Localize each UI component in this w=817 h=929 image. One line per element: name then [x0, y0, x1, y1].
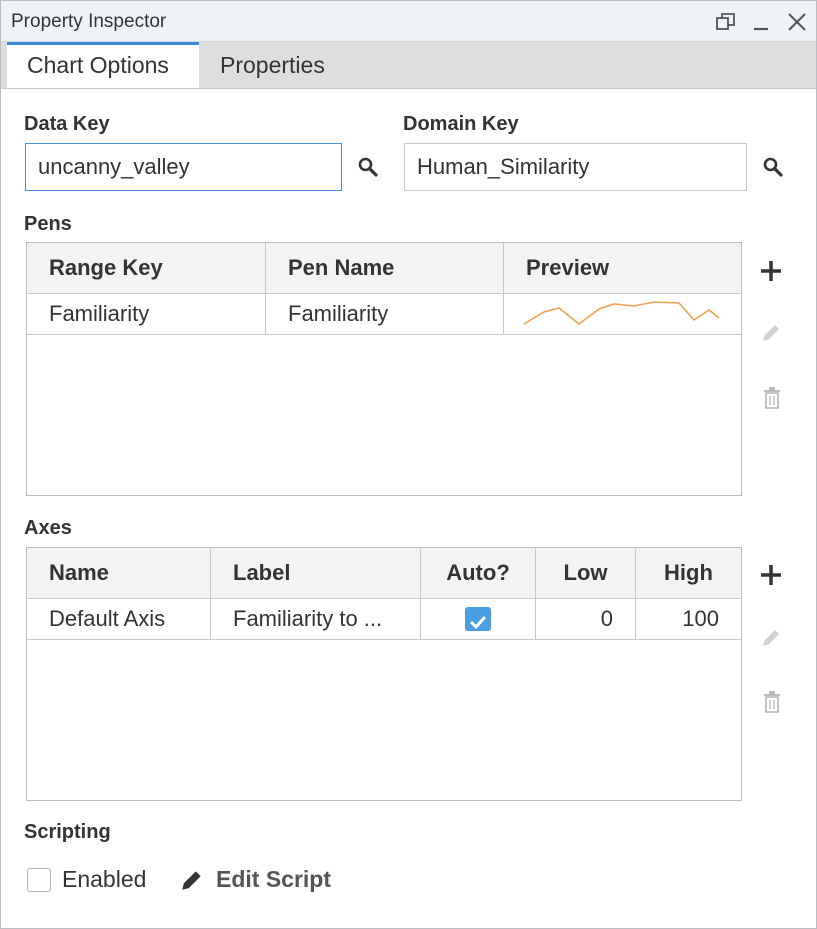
- pencil-icon[interactable]: [179, 867, 205, 898]
- scripting-enabled-checkbox[interactable]: [27, 868, 51, 892]
- axis-low-cell: 0: [536, 599, 636, 639]
- close-icon[interactable]: [786, 11, 808, 38]
- pen-preview-sparkline: [523, 301, 720, 326]
- pens-table: Range Key Pen Name Preview Familiarity F…: [26, 242, 742, 496]
- property-inspector-panel: Property Inspector Chart Options Propert…: [0, 0, 817, 929]
- domain-key-search-icon[interactable]: [762, 156, 784, 183]
- axes-table-header: Name Label Auto? Low High: [27, 548, 741, 599]
- column-header-label[interactable]: Label: [211, 548, 421, 598]
- column-header-low[interactable]: Low: [536, 548, 636, 598]
- domain-key-input[interactable]: Human_Similarity: [404, 143, 747, 191]
- restore-icon[interactable]: [715, 11, 737, 38]
- title-bar: Property Inspector: [1, 1, 816, 42]
- data-key-label: Data Key: [24, 113, 110, 135]
- table-row[interactable]: Familiarity Familiarity: [27, 294, 741, 335]
- data-key-search-icon[interactable]: [357, 156, 379, 183]
- delete-axis-icon[interactable]: [761, 690, 783, 719]
- column-header-auto[interactable]: Auto?: [421, 548, 536, 598]
- preview-cell: [504, 294, 741, 334]
- delete-pen-icon[interactable]: [761, 386, 783, 415]
- edit-script-button[interactable]: Edit Script: [216, 866, 331, 893]
- axis-auto-cell: [421, 599, 536, 639]
- add-pen-icon[interactable]: [759, 259, 783, 288]
- tab-bar: Chart Options Properties: [1, 42, 816, 89]
- tab-chart-options[interactable]: Chart Options: [7, 42, 199, 88]
- column-header-preview[interactable]: Preview: [504, 243, 741, 293]
- edit-pen-icon[interactable]: [759, 321, 783, 350]
- domain-key-label: Domain Key: [403, 113, 519, 135]
- window-title: Property Inspector: [11, 11, 167, 32]
- range-key-cell: Familiarity: [27, 294, 266, 334]
- edit-axis-icon[interactable]: [759, 626, 783, 655]
- scripting-enabled-label: Enabled: [62, 866, 147, 892]
- axis-name-cell: Default Axis: [27, 599, 211, 639]
- minimize-icon[interactable]: [751, 11, 773, 38]
- pens-table-header: Range Key Pen Name Preview: [27, 243, 741, 294]
- column-header-name[interactable]: Name: [27, 548, 211, 598]
- column-header-range-key[interactable]: Range Key: [27, 243, 266, 293]
- scripting-label: Scripting: [24, 821, 111, 843]
- axis-high-cell: 100: [682, 606, 719, 631]
- add-axis-icon[interactable]: [759, 563, 783, 592]
- axes-table: Name Label Auto? Low High Default Axis F…: [26, 547, 742, 801]
- pen-name-cell: Familiarity: [266, 294, 504, 334]
- axis-label-cell: Familiarity to ...: [211, 599, 421, 639]
- column-header-high[interactable]: High: [636, 548, 741, 598]
- tab-properties[interactable]: Properties: [200, 42, 360, 88]
- pens-label: Pens: [24, 213, 72, 235]
- table-row[interactable]: Default Axis Familiarity to ... 0 100: [27, 599, 741, 640]
- column-header-pen-name[interactable]: Pen Name: [266, 243, 504, 293]
- data-key-input[interactable]: uncanny_valley: [25, 143, 342, 191]
- axes-label: Axes: [24, 517, 72, 539]
- auto-checkbox[interactable]: [465, 607, 491, 631]
